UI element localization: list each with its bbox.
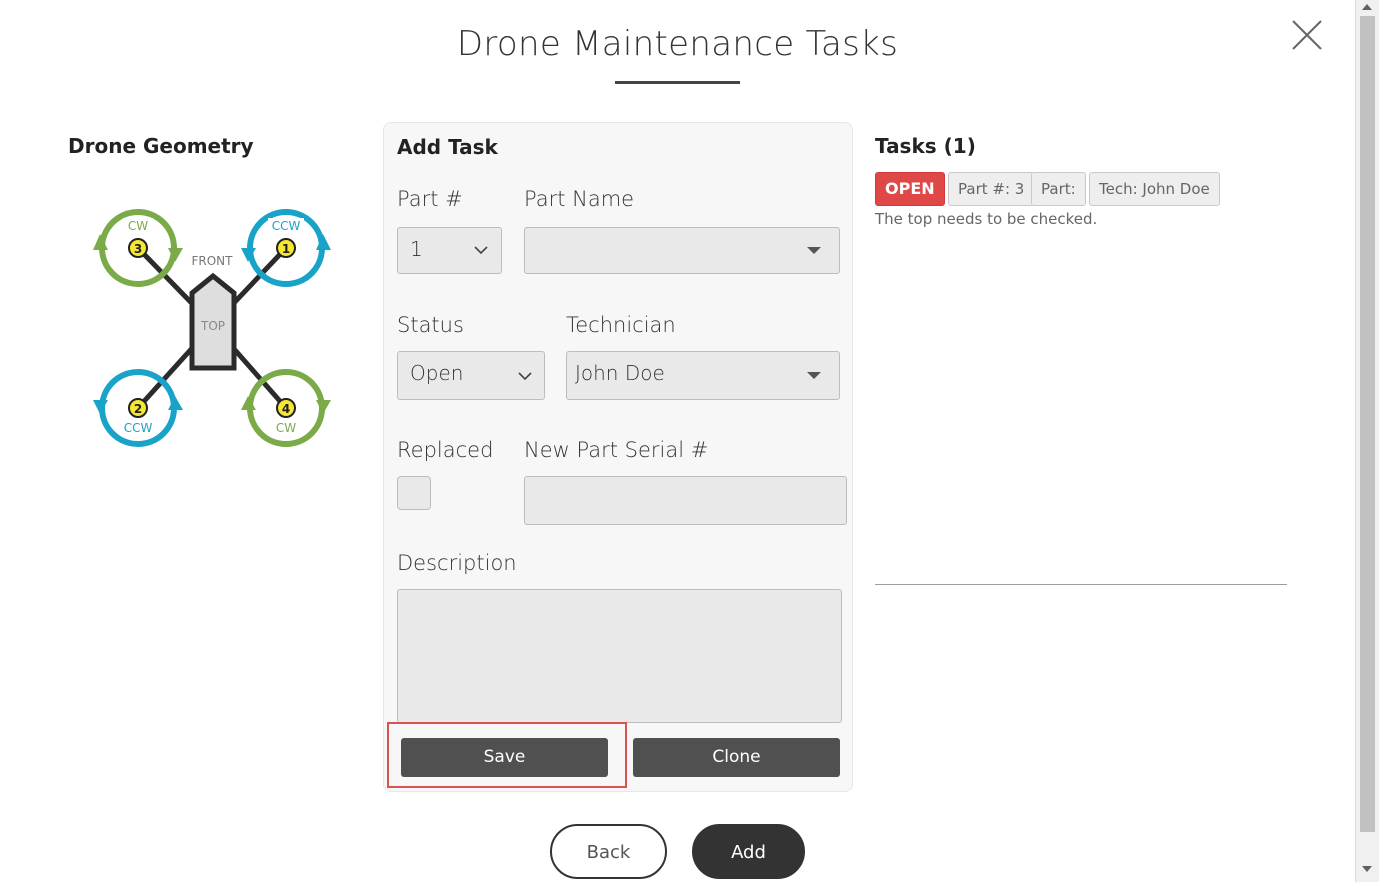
svg-text:CW: CW (128, 219, 148, 233)
scroll-thumb[interactable] (1360, 16, 1375, 832)
front-label: FRONT (192, 254, 234, 268)
task-description: The top needs to be checked. (875, 210, 1098, 228)
top-label: TOP (200, 319, 225, 333)
part-num-select[interactable]: 1 (397, 227, 502, 274)
technician-label: Technician (566, 313, 676, 337)
chevron-down-icon (518, 372, 532, 381)
tech-badge: Tech: John Doe (1089, 172, 1220, 206)
rotor-4: CW 4 (241, 369, 331, 447)
status-value: Open (410, 361, 464, 385)
status-badge: OPEN (875, 172, 945, 206)
svg-text:3: 3 (134, 242, 142, 256)
caret-down-icon (807, 247, 821, 254)
scroll-up-icon[interactable] (1362, 4, 1372, 10)
rotor-3: CW 3 (93, 209, 183, 287)
geometry-heading: Drone Geometry (68, 134, 254, 158)
serial-label: New Part Serial # (524, 438, 709, 462)
part-name-select[interactable] (524, 227, 840, 274)
status-select[interactable]: Open (397, 351, 545, 400)
technician-value: John Doe (575, 361, 665, 385)
modal-title: Drone Maintenance Tasks (456, 24, 899, 64)
tasks-divider (875, 584, 1287, 585)
serial-input[interactable] (524, 476, 847, 525)
part-badge: Part: (1031, 172, 1086, 206)
close-icon (1292, 20, 1322, 50)
svg-text:1: 1 (282, 242, 290, 256)
status-label: Status (397, 313, 464, 337)
description-label: Description (397, 551, 517, 575)
chevron-down-icon (474, 246, 488, 255)
replaced-label: Replaced (397, 438, 494, 462)
vertical-scrollbar[interactable] (1355, 0, 1379, 882)
part-name-label: Part Name (524, 187, 635, 211)
close-button[interactable] (1290, 18, 1324, 52)
part-num-value: 1 (410, 237, 423, 261)
svg-text:CCW: CCW (124, 421, 153, 435)
part-num-label: Part # (397, 187, 463, 211)
save-button[interactable]: Save (401, 738, 608, 777)
rotor-1: CCW 1 (241, 209, 331, 287)
drone-geometry-diagram: CW 3 CCW 1 CCW 2 CW 4 FRONT TOP (93, 209, 331, 447)
description-textarea[interactable] (397, 589, 842, 723)
back-button[interactable]: Back (550, 824, 667, 879)
technician-select[interactable]: John Doe (566, 351, 840, 400)
svg-text:2: 2 (134, 402, 142, 416)
svg-text:CW: CW (276, 421, 296, 435)
clone-button[interactable]: Clone (633, 738, 840, 777)
svg-text:CCW: CCW (272, 219, 301, 233)
tasks-heading: Tasks (1) (875, 134, 976, 158)
rotor-2: CCW 2 (93, 369, 183, 447)
part-num-badge: Part #: 3 (948, 172, 1035, 206)
add-button[interactable]: Add (692, 824, 805, 879)
svg-text:4: 4 (282, 402, 290, 416)
caret-down-icon (807, 372, 821, 379)
replaced-checkbox[interactable] (397, 476, 431, 510)
scroll-down-icon[interactable] (1362, 866, 1372, 872)
title-underline (615, 81, 740, 84)
add-task-heading: Add Task (397, 135, 498, 159)
